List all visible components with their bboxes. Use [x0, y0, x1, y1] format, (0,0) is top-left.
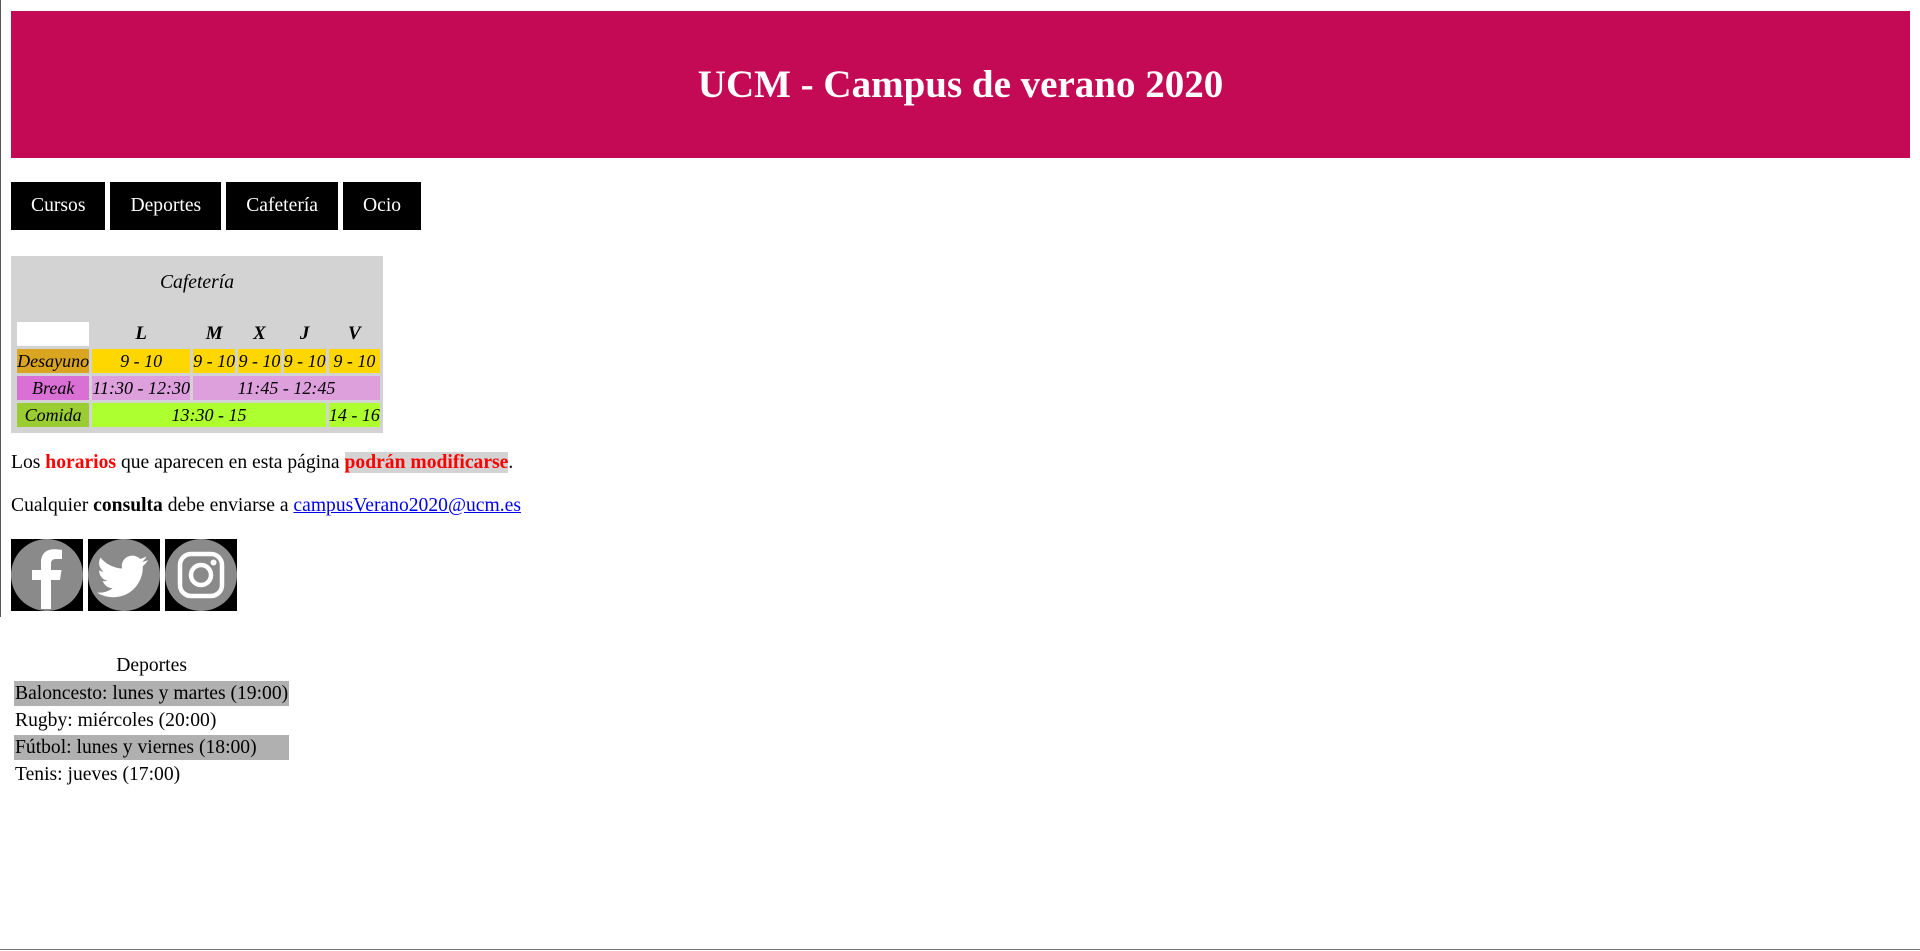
day-header: L: [92, 322, 190, 346]
bottom-border: [0, 949, 1920, 950]
main-nav: Cursos Deportes Cafetería Ocio: [11, 182, 422, 230]
contact-text: Cualquier: [11, 495, 94, 516]
contact-emphasis: consulta: [93, 495, 163, 516]
instagram-link[interactable]: [165, 539, 237, 611]
twitter-link[interactable]: [88, 539, 160, 611]
schedule-cell: 11:45 - 12:45: [193, 376, 380, 400]
notice-text: Los: [11, 452, 46, 473]
schedule-cell: 14 - 16: [328, 403, 380, 427]
table-row: Desayuno 9 - 10 9 - 10 9 - 10 9 - 10 9 -…: [17, 349, 380, 373]
cafeteria-schedule: Cafetería L M X J V Desayuno 9 - 10 9 - …: [11, 256, 383, 433]
day-header: X: [238, 322, 281, 346]
contact-text: debe enviarse a: [162, 495, 294, 516]
twitter-icon: [88, 539, 160, 611]
table-row: Break 11:30 - 12:30 11:45 - 12:45: [17, 376, 380, 400]
schedule-cell: 13:30 - 15: [92, 403, 326, 427]
page-title: UCM - Campus de verano 2020: [697, 63, 1224, 106]
cafeteria-table: L M X J V Desayuno 9 - 10 9 - 10 9 - 10 …: [14, 319, 383, 430]
table-header-row: L M X J V: [17, 322, 380, 346]
day-header: M: [193, 322, 236, 346]
schedule-cell: 9 - 10: [328, 349, 380, 373]
schedule-cell: 9 - 10: [193, 349, 236, 373]
notice-emphasis-horarios: horarios: [45, 452, 117, 473]
instagram-icon: [165, 539, 237, 611]
page-banner: UCM - Campus de verano 2020: [11, 11, 1910, 158]
nav-deportes[interactable]: Deportes: [110, 182, 222, 230]
table-row: Baloncesto: lunes y martes (19:00): [14, 681, 290, 706]
row-label-break: Break: [17, 376, 90, 400]
row-label-desayuno: Desayuno: [17, 349, 90, 373]
sport-item: Rugby: miércoles (20:00): [15, 710, 217, 731]
table-corner: [17, 322, 90, 346]
schedule-cell: 9 - 10: [238, 349, 281, 373]
nav-ocio[interactable]: Ocio: [342, 182, 422, 230]
left-border: [0, 0, 1, 617]
notice-text: que aparecen en esta página: [116, 452, 345, 473]
day-header: V: [328, 322, 380, 346]
schedule-notice: Los horarios que aparecen en esta página…: [11, 452, 513, 474]
table-row: Fútbol: lunes y viernes (18:00): [14, 735, 290, 760]
table-row: Rugby: miércoles (20:00): [14, 708, 289, 733]
row-label-comida: Comida: [17, 403, 90, 427]
cafeteria-caption: Cafetería: [159, 272, 234, 293]
schedule-cell: 11:30 - 12:30: [92, 376, 190, 400]
email-link[interactable]: campusVerano2020@ucm.es: [293, 495, 521, 516]
notice-text: .: [508, 452, 514, 473]
table-row: Comida 13:30 - 15 14 - 16: [17, 403, 380, 427]
sport-item: Tenis: jueves (17:00): [15, 764, 181, 785]
sports-table: Deportes Baloncesto: lunes y martes (19:…: [11, 653, 292, 789]
schedule-cell: 9 - 10: [283, 349, 326, 373]
day-header: J: [283, 322, 326, 346]
table-row: Tenis: jueves (17:00): [14, 762, 289, 787]
schedule-cell: 9 - 10: [92, 349, 190, 373]
facebook-icon: [11, 539, 83, 611]
nav-cursos[interactable]: Cursos: [11, 182, 106, 230]
sports-caption: Deportes: [116, 655, 187, 676]
sport-item: Baloncesto: lunes y martes (19:00): [14, 681, 290, 706]
contact-notice: Cualquier consulta debe enviarse a campu…: [11, 495, 521, 517]
facebook-link[interactable]: [11, 539, 83, 611]
sport-item: Fútbol: lunes y viernes (18:00): [14, 735, 290, 760]
social-links: [11, 539, 237, 611]
nav-cafeteria[interactable]: Cafetería: [226, 182, 338, 230]
notice-emphasis-modificarse: podrán modificarse: [344, 452, 509, 473]
